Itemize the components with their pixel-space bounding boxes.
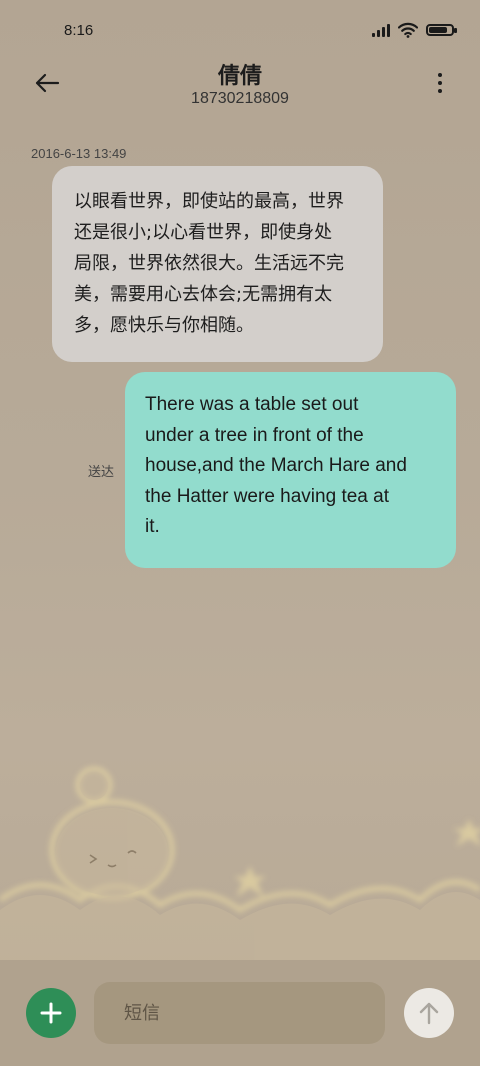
compose-bar — [0, 960, 480, 1066]
plus-icon — [40, 1002, 62, 1024]
message-line: 还是很小;以心看世界，即使身处 — [74, 222, 333, 243]
message-line: 多，愿快乐与你相随。 — [74, 315, 254, 336]
message-line: 以眼看世界，即使站的最高，世界 — [74, 191, 344, 212]
outgoing-message-bubble[interactable]: There was a table set out under a tree i… — [125, 372, 456, 568]
status-icons — [372, 22, 457, 38]
battery-icon — [426, 24, 457, 36]
message-line: 美，需要用心去体会;无需拥有太 — [74, 284, 333, 305]
message-line: the Hatter were having tea at — [145, 485, 389, 507]
more-vert-icon — [438, 73, 442, 77]
status-time: 8:16 — [64, 22, 94, 39]
signal-icon — [372, 23, 390, 37]
message-line: There was a table set out — [145, 394, 359, 415]
contact-number: 18730218809 — [191, 90, 289, 107]
message-line: house,and the March Hare and — [145, 455, 407, 476]
message-input[interactable] — [122, 1001, 357, 1025]
send-button[interactable] — [404, 988, 454, 1038]
contact-name: 倩倩 — [217, 64, 262, 89]
delivery-status: 送达 — [88, 465, 115, 480]
message-line: under a tree in front of the — [145, 424, 364, 446]
send-arrow-icon — [419, 1002, 439, 1025]
battery-level — [429, 27, 448, 33]
wifi-icon — [398, 22, 418, 38]
incoming-message-bubble[interactable]: 以眼看世界，即使站的最高，世界 还是很小;以心看世界，即使身处 局限，世界依然很… — [52, 166, 383, 362]
message-input-container[interactable] — [94, 982, 385, 1044]
add-attachment-button[interactable] — [26, 988, 76, 1038]
more-options-button[interactable] — [430, 68, 450, 98]
conversation-header: 倩倩 18730218809 — [0, 52, 480, 120]
message-timestamp: 2016-6-13 13:49 — [31, 146, 127, 161]
message-line: 局限，世界依然很大。生活远不完 — [74, 253, 344, 274]
wallpaper-sheep-illustration — [0, 766, 480, 960]
message-line: it. — [145, 516, 160, 537]
